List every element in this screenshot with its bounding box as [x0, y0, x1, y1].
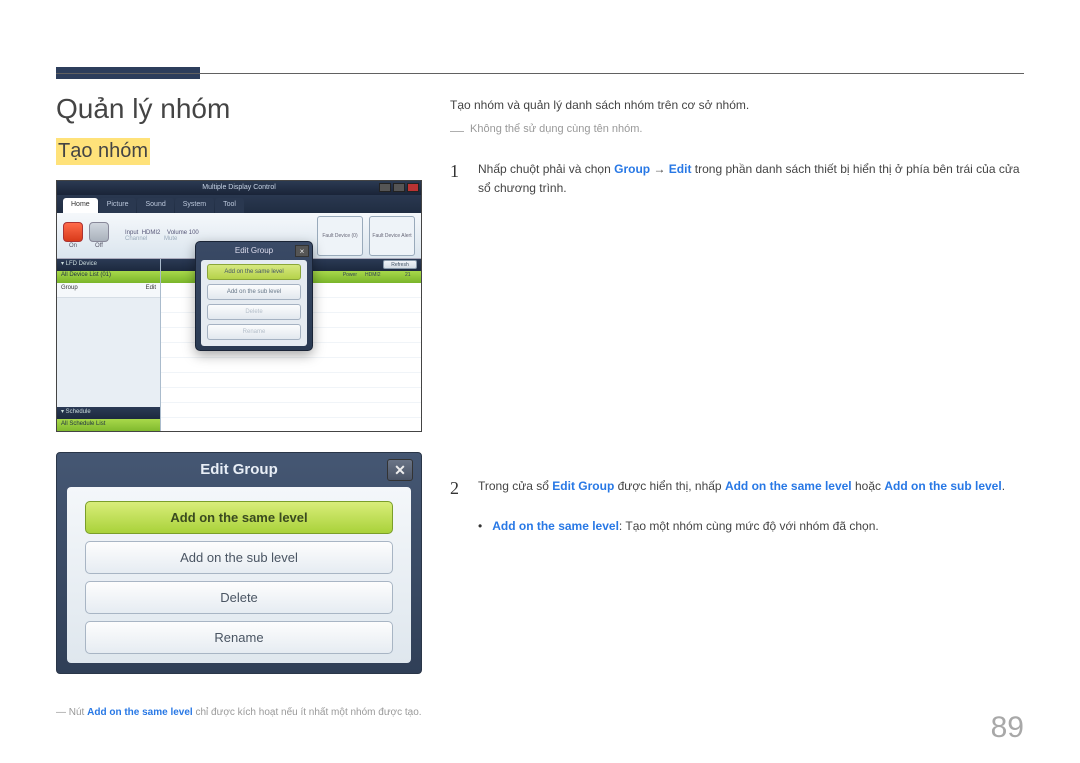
bullet-1: • Add on the same level: Tạo một nhóm cù… — [478, 517, 1024, 536]
step-2-text: Trong cửa sổ Edit Group được hiển thị, n… — [478, 474, 1024, 503]
maximize-icon[interactable] — [393, 183, 405, 192]
page-title: Quản lý nhóm — [56, 93, 230, 125]
col-power: Power — [339, 271, 361, 283]
header-rule — [56, 73, 1024, 74]
dialog-delete[interactable]: Delete — [85, 581, 393, 614]
intro-note: ― Không thể sử dụng cùng tên nhóm. — [450, 121, 1024, 139]
step-1-edit: Edit — [669, 162, 692, 176]
step-2-number: 2 — [450, 474, 464, 503]
cell-input: HDMI2 — [361, 271, 401, 283]
dialog-title: Edit Group ✕ — [57, 453, 421, 487]
sidebar-footer: ▾ Schedule All Schedule List — [57, 407, 160, 432]
sidebar-all-schedule[interactable]: All Schedule List — [57, 419, 160, 432]
tab-picture[interactable]: Picture — [99, 198, 137, 213]
dialog-add-sub-level[interactable]: Add on the sub level — [85, 541, 393, 574]
screenshot-edit-group-dialog: Edit Group ✕ Add on the same level Add o… — [56, 452, 422, 674]
step-2-block: 2 Trong cửa sổ Edit Group được hiển thị,… — [450, 474, 1024, 536]
modal-add-same-level[interactable]: Add on the same level — [207, 264, 301, 280]
refresh-button[interactable]: Refresh — [383, 260, 417, 269]
tab-system[interactable]: System — [175, 198, 214, 213]
note-dash-icon: ― — [450, 123, 464, 137]
modal-body: Add on the same level Add on the sub lev… — [201, 260, 307, 346]
step-1-number: 1 — [450, 157, 464, 198]
step-1-text: Nhấp chuột phải và chọn Group → Edit tro… — [478, 157, 1024, 198]
sidebar-group-row[interactable]: Group Edit — [57, 283, 160, 298]
section-title: Tạo nhóm — [56, 138, 150, 165]
close-icon[interactable] — [407, 183, 419, 192]
dialog-close-icon[interactable]: ✕ — [387, 459, 413, 481]
modal-title: Edit Group × — [196, 242, 312, 260]
footnote-bold: Add on the same level — [87, 707, 193, 718]
note-text: Không thể sử dụng cùng tên nhóm. — [470, 121, 643, 139]
step-1: 1 Nhấp chuột phải và chọn Group → Edit t… — [450, 157, 1024, 198]
modal-delete[interactable]: Delete — [207, 304, 301, 320]
power-on[interactable]: On — [63, 222, 83, 249]
step-2: 2 Trong cửa sổ Edit Group được hiển thị,… — [450, 474, 1024, 503]
footnote-post: chỉ được kích hoạt nếu ít nhất một nhóm … — [193, 707, 422, 718]
window-title: Multiple Display Control — [202, 184, 276, 191]
volume-value: 100 — [189, 230, 199, 236]
dialog-rename[interactable]: Rename — [85, 621, 393, 654]
ribbon-tabs: Home Picture Sound System Tool — [57, 195, 421, 213]
step-2-add2: Add on the sub level — [884, 479, 1001, 493]
minimize-icon[interactable] — [379, 183, 391, 192]
page-number: 89 — [991, 711, 1024, 745]
window-buttons — [379, 183, 419, 192]
bullet-marker: • — [478, 517, 482, 536]
bullet-label: Add on the same level — [492, 519, 619, 533]
power-off-icon — [89, 222, 109, 242]
ribbon-fields: Input HDMI2 Volume 100 Channel Mute — [115, 230, 311, 242]
window-titlebar: Multiple Display Control — [57, 181, 421, 195]
bullet-text: Add on the same level: Tạo một nhóm cùng… — [492, 517, 879, 536]
step-2-add1: Add on the same level — [725, 479, 852, 493]
fault-alert-box[interactable]: Fault Device Alert — [369, 216, 415, 256]
power-on-label: On — [63, 243, 83, 249]
modal-close-icon[interactable]: × — [295, 245, 309, 257]
sidebar-edit-label: Edit — [146, 285, 156, 295]
step-1-group: Group — [614, 162, 650, 176]
screenshot-mdc-window: Multiple Display Control Home Picture So… — [56, 180, 422, 432]
intro-paragraph: Tạo nhóm và quản lý danh sách nhóm trên … — [450, 96, 1024, 115]
right-column: Tạo nhóm và quản lý danh sách nhóm trên … — [450, 96, 1024, 212]
tab-sound[interactable]: Sound — [137, 198, 173, 213]
mute-label: Mute — [164, 236, 177, 242]
sidebar: ▾ LFD Device All Device List (01) Group … — [57, 259, 161, 432]
sidebar-lfd-header[interactable]: ▾ LFD Device — [57, 259, 160, 271]
power-off-label: Off — [89, 243, 109, 249]
footnote-pre: ― Nút — [56, 707, 87, 718]
channel-label: Channel — [125, 236, 147, 242]
edit-group-modal-small: Edit Group × Add on the same level Add o… — [195, 241, 313, 351]
sidebar-schedule-header[interactable]: ▾ Schedule — [57, 407, 160, 419]
sidebar-all-devices[interactable]: All Device List (01) — [57, 271, 160, 283]
tab-home[interactable]: Home — [63, 198, 98, 213]
power-on-icon — [63, 222, 83, 242]
dialog-body: Add on the same level Add on the sub lev… — [67, 487, 411, 663]
dialog-add-same-level[interactable]: Add on the same level — [85, 501, 393, 534]
fault-device-box[interactable]: Fault Device (0) — [317, 216, 363, 256]
cell-val: 21 — [401, 271, 421, 283]
modal-add-sub-level[interactable]: Add on the sub level — [207, 284, 301, 300]
footnote: ― Nút Add on the same level chỉ được kíc… — [56, 707, 422, 718]
power-off[interactable]: Off — [89, 222, 109, 249]
sidebar-group-label: Group — [61, 285, 78, 295]
modal-rename[interactable]: Rename — [207, 324, 301, 340]
tab-tool[interactable]: Tool — [215, 198, 244, 213]
step-2-editgroup: Edit Group — [552, 479, 614, 493]
